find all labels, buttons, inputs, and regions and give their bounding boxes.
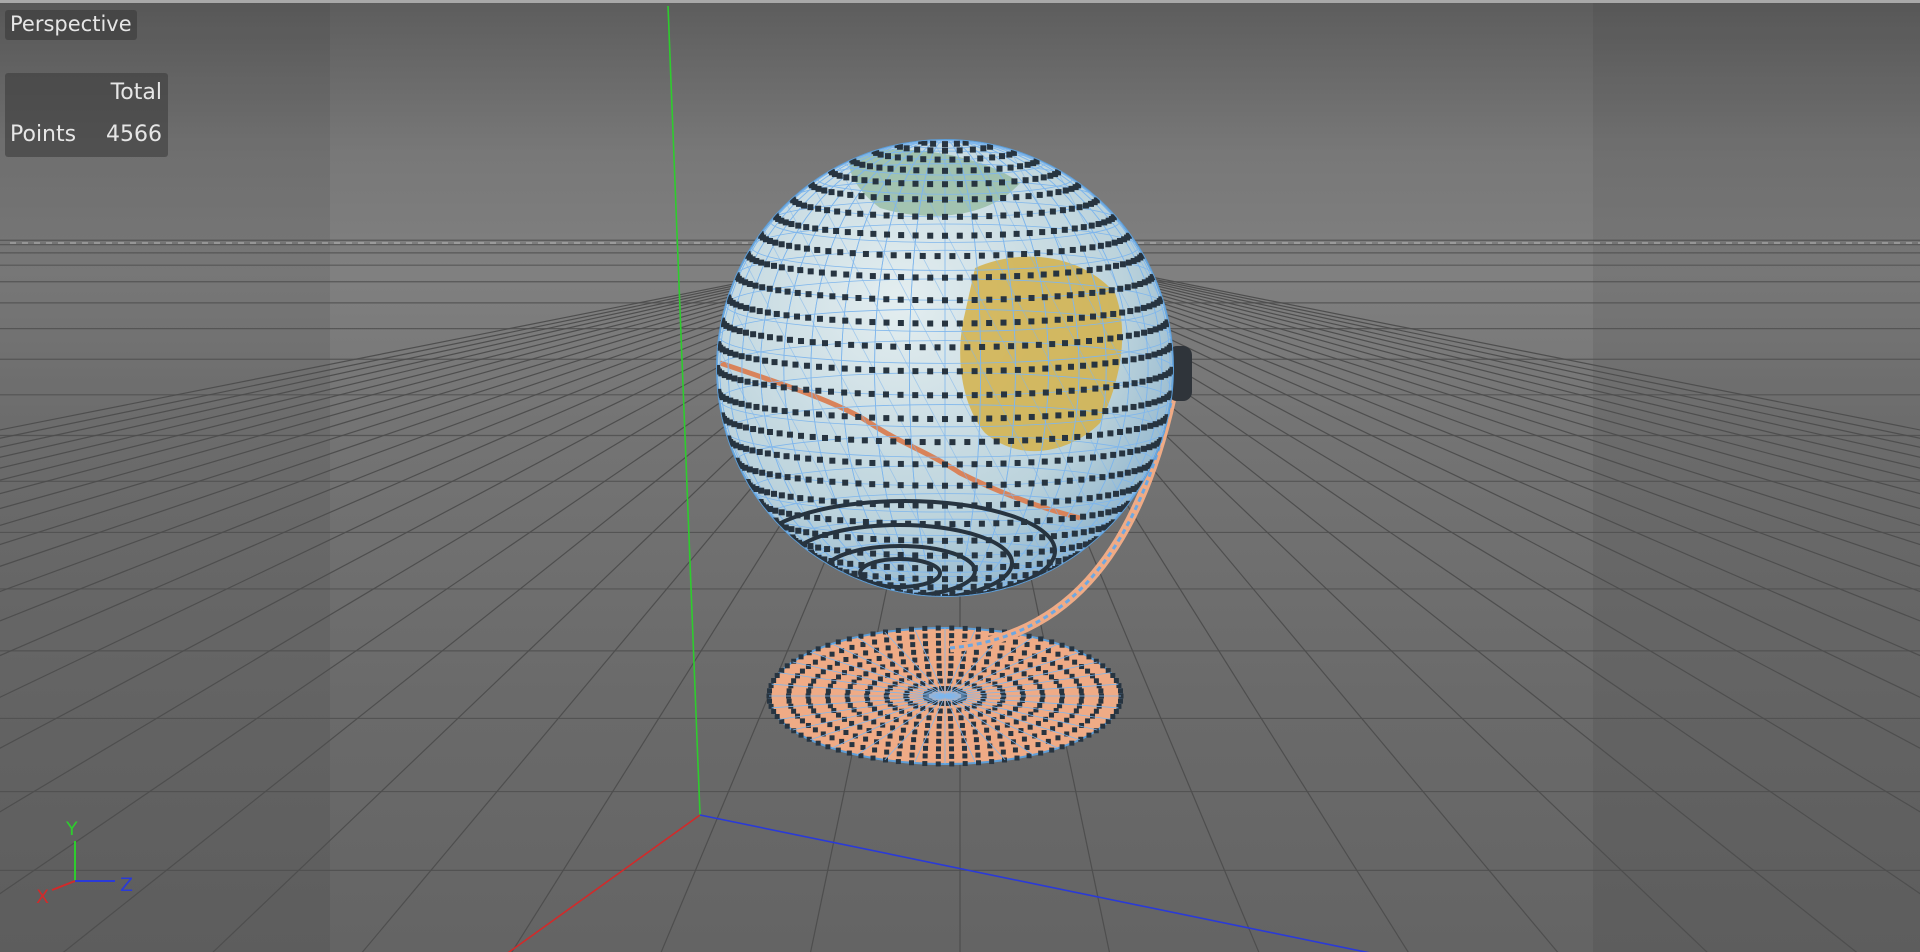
gizmo-x-label: X bbox=[36, 886, 49, 908]
world-z-axis bbox=[699, 814, 1370, 952]
world-x-axis bbox=[507, 814, 701, 952]
globe-sphere[interactable] bbox=[393, 138, 1497, 601]
gizmo-x-axis bbox=[51, 880, 76, 891]
gizmo-y-label: Y bbox=[65, 818, 78, 840]
3d-viewport[interactable]: Y Z X Perspective Total Points 4566 bbox=[0, 0, 1920, 952]
stats-header-total: Total bbox=[110, 80, 162, 105]
statistics-panel: Total Points 4566 bbox=[5, 73, 168, 157]
globe-base[interactable] bbox=[766, 625, 1124, 767]
scene-canvas[interactable]: Y Z X bbox=[0, 3, 1920, 952]
stats-row-value: 4566 bbox=[106, 122, 162, 147]
stats-row-label: Points bbox=[10, 122, 77, 147]
gizmo-z-label: Z bbox=[120, 874, 133, 896]
camera-label[interactable]: Perspective bbox=[5, 10, 137, 40]
axis-gizmo[interactable]: Y Z X bbox=[36, 818, 133, 908]
